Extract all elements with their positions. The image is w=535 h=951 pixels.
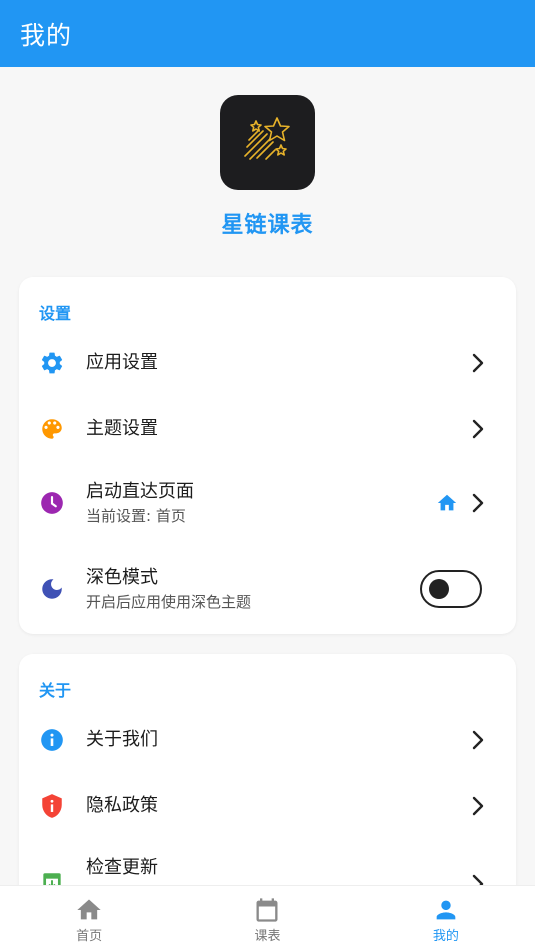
update-icon	[39, 870, 65, 885]
settings-card: 设置 应用设置 主题设置 启动直达页面 当前设置: 首页 深色模式 开启后应用使…	[19, 277, 516, 634]
startup-page-text: 启动直达页面 当前设置: 首页	[86, 480, 194, 526]
privacy-policy-row[interactable]: 隐私政策	[19, 782, 516, 830]
calendar-icon	[253, 896, 281, 924]
nav-home[interactable]: 首页	[0, 886, 178, 951]
dark-mode-text: 深色模式 开启后应用使用深色主题	[86, 566, 251, 612]
nav-profile[interactable]: 我的	[357, 886, 535, 951]
check-update-text: 检查更新	[86, 856, 158, 880]
chevron-right-icon	[470, 351, 486, 375]
theme-settings-label: 主题设置	[86, 418, 158, 439]
dark-mode-description: 开启后应用使用深色主题	[86, 593, 252, 611]
settings-header: 设置	[39, 304, 72, 323]
page-title: 我的	[20, 20, 73, 50]
app-settings-text: 应用设置	[86, 351, 158, 375]
chevron-right-icon	[470, 491, 486, 515]
profile-content[interactable]: 星链课表 设置 应用设置 主题设置 启动直达页面 当前设置: 首页 深色模式 开…	[0, 67, 535, 885]
check-update-row[interactable]: 检查更新	[19, 850, 516, 885]
chevron-right-icon	[470, 794, 486, 818]
check-update-label: 检查更新	[86, 857, 158, 878]
bottom-navigation: 首页 课表 我的	[0, 885, 535, 951]
shield-icon	[39, 793, 65, 819]
home-icon	[436, 492, 458, 514]
dark-mode-label: 深色模式	[86, 567, 158, 588]
about-us-text: 关于我们	[86, 728, 158, 752]
chevron-right-icon	[470, 417, 486, 441]
moon-icon	[39, 576, 65, 602]
startup-page-label: 启动直达页面	[86, 481, 194, 502]
clock-icon	[39, 490, 65, 516]
dark-mode-row[interactable]: 深色模式 开启后应用使用深色主题	[19, 559, 516, 619]
app-settings-label: 应用设置	[86, 352, 158, 373]
privacy-policy-label: 隐私政策	[86, 795, 158, 816]
chevron-right-icon	[470, 872, 486, 885]
chevron-right-icon	[470, 728, 486, 752]
app-settings-row[interactable]: 应用设置	[19, 339, 516, 387]
info-icon	[39, 727, 65, 753]
theme-settings-text: 主题设置	[86, 417, 158, 441]
app-name: 星链课表	[221, 213, 314, 238]
about-us-row[interactable]: 关于我们	[19, 716, 516, 764]
toggle-knob	[429, 579, 449, 599]
about-header: 关于	[39, 681, 72, 700]
home-icon	[75, 896, 103, 924]
about-us-label: 关于我们	[86, 729, 158, 750]
privacy-policy-text: 隐私政策	[86, 794, 158, 818]
nav-profile-label: 我的	[432, 929, 459, 944]
palette-icon	[39, 416, 65, 442]
theme-settings-row[interactable]: 主题设置	[19, 405, 516, 453]
nav-home-label: 首页	[76, 929, 103, 944]
person-icon	[432, 896, 460, 924]
about-card: 关于 关于我们 隐私政策 检查更新	[19, 654, 516, 885]
shooting-star-icon	[243, 116, 290, 160]
app-bar: 我的	[0, 0, 535, 67]
nav-schedule-label: 课表	[254, 929, 281, 944]
startup-page-current: 当前设置: 首页	[86, 507, 186, 525]
gear-icon	[39, 350, 65, 376]
startup-page-row[interactable]: 启动直达页面 当前设置: 首页	[19, 473, 516, 533]
nav-schedule[interactable]: 课表	[178, 886, 356, 951]
dark-mode-toggle[interactable]	[420, 570, 482, 608]
app-logo	[220, 95, 315, 190]
